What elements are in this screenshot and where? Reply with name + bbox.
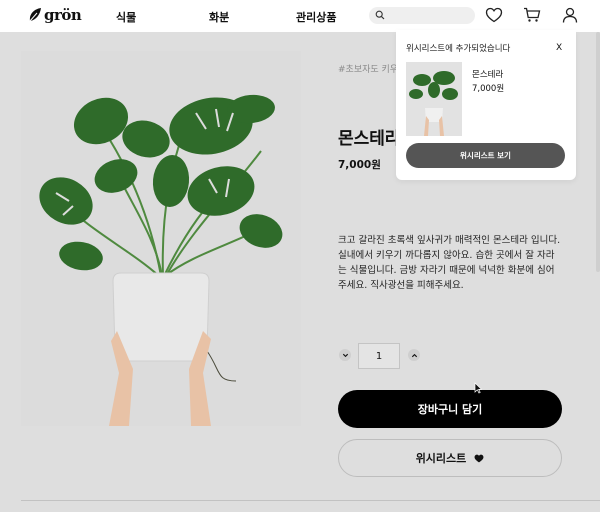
product-price: 7,000원 xyxy=(338,159,381,171)
mouse-cursor-icon xyxy=(474,382,482,394)
toast-close-button[interactable]: X xyxy=(556,43,562,53)
nav-item-pots[interactable]: 화분 xyxy=(209,9,229,25)
logo-text: grön xyxy=(44,6,82,24)
add-to-cart-label: 장바구니 담기 xyxy=(417,403,483,416)
chevron-up-icon xyxy=(411,353,417,357)
user-icon[interactable] xyxy=(561,6,579,24)
toast-product-thumbnail xyxy=(406,62,462,136)
toast-title: 위시리스트에 추가되었습니다 xyxy=(406,44,511,54)
chevron-down-icon xyxy=(342,353,348,357)
leaf-logo-icon xyxy=(29,8,41,22)
quantity-decrease-button[interactable] xyxy=(339,349,351,361)
wishlist-toast: 위시리스트에 추가되었습니다 X 몬스테라 7,000원 위시리스트 보기 xyxy=(396,30,576,180)
toast-product-name: 몬스테라 xyxy=(472,70,504,80)
product-image xyxy=(21,51,301,426)
search-icon xyxy=(375,10,385,20)
nav-item-plants[interactable]: 식물 xyxy=(116,9,136,25)
heart-icon[interactable] xyxy=(485,6,503,24)
toast-product-price: 7,000원 xyxy=(472,84,505,94)
quantity-increase-button[interactable] xyxy=(408,349,420,361)
add-to-cart-button[interactable]: 장바구니 담기 xyxy=(338,390,562,428)
logo[interactable]: grön xyxy=(28,6,82,24)
quantity-input[interactable]: 1 xyxy=(358,343,400,369)
cart-icon[interactable] xyxy=(523,6,541,24)
divider xyxy=(21,500,600,501)
quantity-value: 1 xyxy=(375,350,383,362)
monstera-thumbnail-illustration xyxy=(406,62,462,136)
heart-filled-icon xyxy=(474,454,484,462)
view-wishlist-label: 위시리스트 보기 xyxy=(460,151,511,160)
nav-item-care-products[interactable]: 관리상품 xyxy=(296,9,336,25)
scrollbar-thumb[interactable] xyxy=(596,32,600,272)
product-description: 크고 갈라진 초록색 잎사귀가 매력적인 몬스테라 입니다. 실내에서 키우기 … xyxy=(338,235,561,291)
search-input[interactable] xyxy=(369,7,475,24)
product-name: 몬스테라 xyxy=(338,129,401,149)
wishlist-label: 위시리스트 xyxy=(415,452,467,465)
top-nav-bar: grön 식물 화분 관리상품 xyxy=(0,0,600,32)
wishlist-button[interactable]: 위시리스트 xyxy=(338,439,562,477)
monstera-plant-illustration xyxy=(21,51,301,426)
view-wishlist-button[interactable]: 위시리스트 보기 xyxy=(406,143,565,168)
